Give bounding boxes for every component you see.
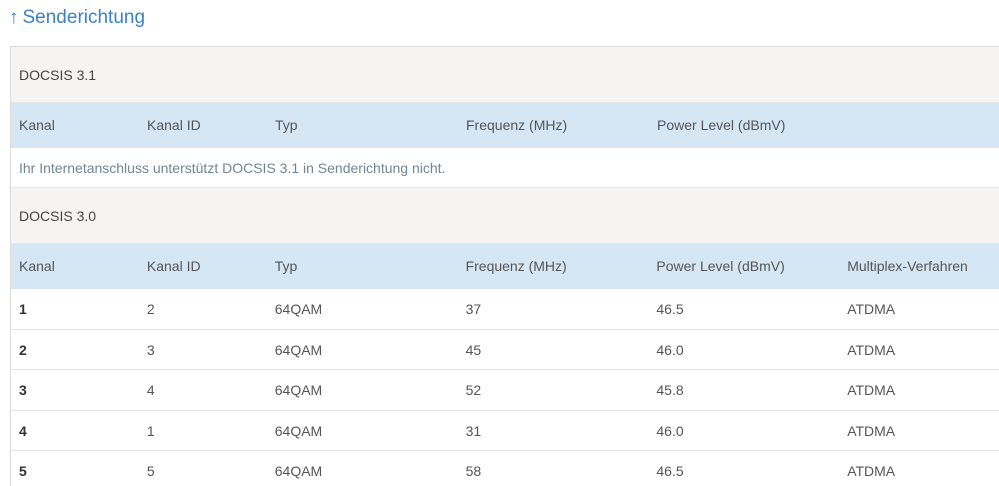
cell-kanal: 1 bbox=[19, 301, 27, 317]
docsis30-title: DOCSIS 3.0 bbox=[11, 188, 999, 244]
cell-kanal-id: 4 bbox=[146, 382, 155, 398]
column-header-kanal: Kanal bbox=[19, 117, 55, 133]
cell-multiplex: ATDMA bbox=[847, 301, 896, 317]
cell-multiplex: ATDMA bbox=[847, 422, 896, 439]
table-row: 5 5 64QAM 58 46.5 ATDMA bbox=[11, 451, 999, 486]
cell-typ: 64QAM bbox=[274, 341, 323, 358]
column-header-power-level: Power Level (dBmV) bbox=[656, 258, 785, 274]
table-row: 3 4 64QAM 52 45.8 ATDMA bbox=[11, 370, 999, 411]
section-heading-text: Senderichtung bbox=[22, 7, 146, 28]
cell-power-level: 46.5 bbox=[656, 463, 684, 479]
cell-multiplex: ATDMA bbox=[847, 463, 896, 479]
cell-kanal-id: 2 bbox=[146, 301, 155, 317]
cell-kanal-id: 1 bbox=[146, 422, 155, 439]
cell-kanal: 2 bbox=[19, 341, 27, 358]
cell-frequenz: 37 bbox=[465, 301, 482, 317]
cell-power-level: 46.0 bbox=[656, 422, 684, 439]
cell-typ: 64QAM bbox=[274, 463, 323, 479]
column-header-kanal-id: Kanal ID bbox=[146, 258, 201, 274]
cell-frequenz: 45 bbox=[465, 341, 482, 358]
docsis31-unsupported-message: Ihr Internetanschluss unterstützt DOCSIS… bbox=[11, 148, 999, 188]
section-heading: ↑ Senderichtung bbox=[9, 4, 145, 32]
page: ↑ Senderichtung DOCSIS 3.1 Kanal Kanal ID… bbox=[0, 0, 999, 486]
cell-frequenz: 31 bbox=[465, 422, 482, 439]
cell-typ: 64QAM bbox=[274, 422, 323, 439]
cell-frequenz: 58 bbox=[465, 463, 482, 479]
arrow-up-icon: ↑ bbox=[9, 7, 19, 28]
column-header-kanal-id: Kanal ID bbox=[147, 117, 201, 133]
cell-frequenz: 52 bbox=[465, 382, 482, 398]
docsis31-header-row: Kanal Kanal ID Typ Frequenz (MHz) Power … bbox=[11, 103, 999, 148]
cell-kanal-id: 5 bbox=[146, 463, 155, 479]
column-header-typ: Typ bbox=[274, 258, 298, 274]
column-header-multiplex: Multiplex-Verfahren bbox=[847, 258, 968, 274]
table-row: 2 3 64QAM 45 46.0 ATDMA bbox=[11, 329, 999, 370]
column-header-frequenz: Frequenz (MHz) bbox=[466, 117, 568, 133]
cell-kanal-id: 3 bbox=[146, 341, 155, 358]
column-header-typ: Typ bbox=[275, 117, 298, 133]
table-row: 1 2 64QAM 37 46.5 ATDMA bbox=[11, 289, 999, 330]
cell-power-level: 45.8 bbox=[656, 382, 684, 398]
column-header-kanal: Kanal bbox=[19, 258, 55, 274]
cell-typ: 64QAM bbox=[274, 301, 323, 317]
cell-power-level: 46.0 bbox=[656, 341, 684, 358]
docsis31-title: DOCSIS 3.1 bbox=[11, 47, 999, 103]
cell-multiplex: ATDMA bbox=[847, 382, 896, 398]
cell-multiplex: ATDMA bbox=[847, 341, 896, 358]
column-header-power-level: Power Level (dBmV) bbox=[657, 117, 786, 133]
docsis30-header-row: Kanal Kanal ID Typ Frequenz (MHz) Power … bbox=[11, 244, 999, 289]
column-header-frequenz: Frequenz (MHz) bbox=[465, 258, 567, 274]
cell-typ: 64QAM bbox=[274, 382, 323, 398]
cell-kanal: 3 bbox=[19, 382, 27, 398]
cell-kanal: 5 bbox=[19, 463, 27, 479]
cell-kanal: 4 bbox=[19, 422, 27, 439]
channel-tables: DOCSIS 3.1 Kanal Kanal ID Typ Frequenz (… bbox=[10, 46, 999, 486]
table-row: 4 1 64QAM 31 46.0 ATDMA bbox=[11, 410, 999, 451]
cell-power-level: 46.5 bbox=[656, 301, 684, 317]
